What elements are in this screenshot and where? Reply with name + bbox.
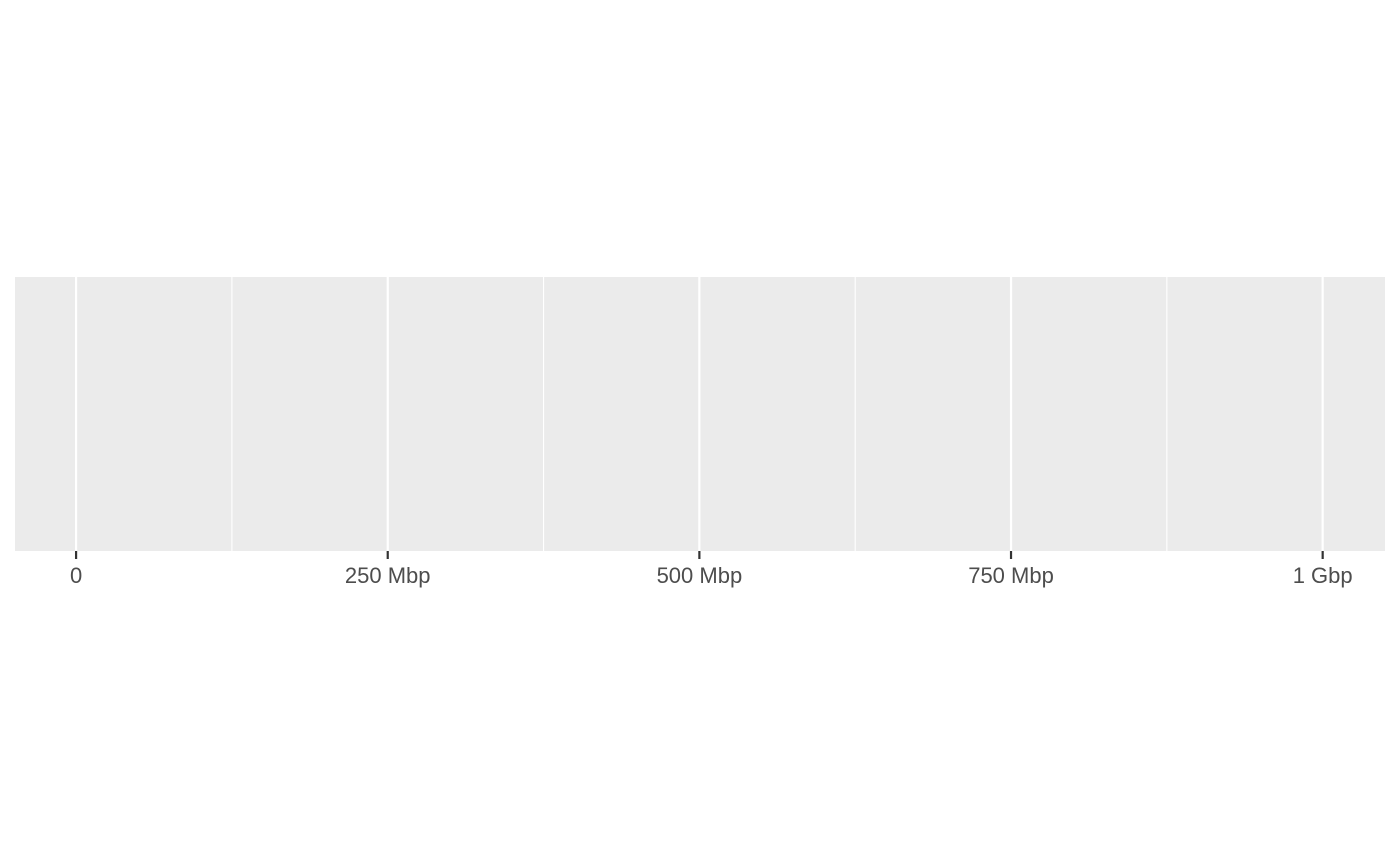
x-axis-tick-labels: 0 250 Mbp 500 Mbp 750 Mbp 1 Gbp — [70, 563, 1353, 588]
x-tick-label: 0 — [70, 563, 82, 588]
x-axis-ticks — [74, 551, 1324, 559]
x-tick-label: 500 Mbp — [657, 563, 743, 588]
x-tick-label: 250 Mbp — [345, 563, 431, 588]
genome-position-chart: 0 250 Mbp 500 Mbp 750 Mbp 1 Gbp — [15, 277, 1385, 588]
x-tick-label: 1 Gbp — [1293, 563, 1353, 588]
x-tick-label: 750 Mbp — [968, 563, 1054, 588]
